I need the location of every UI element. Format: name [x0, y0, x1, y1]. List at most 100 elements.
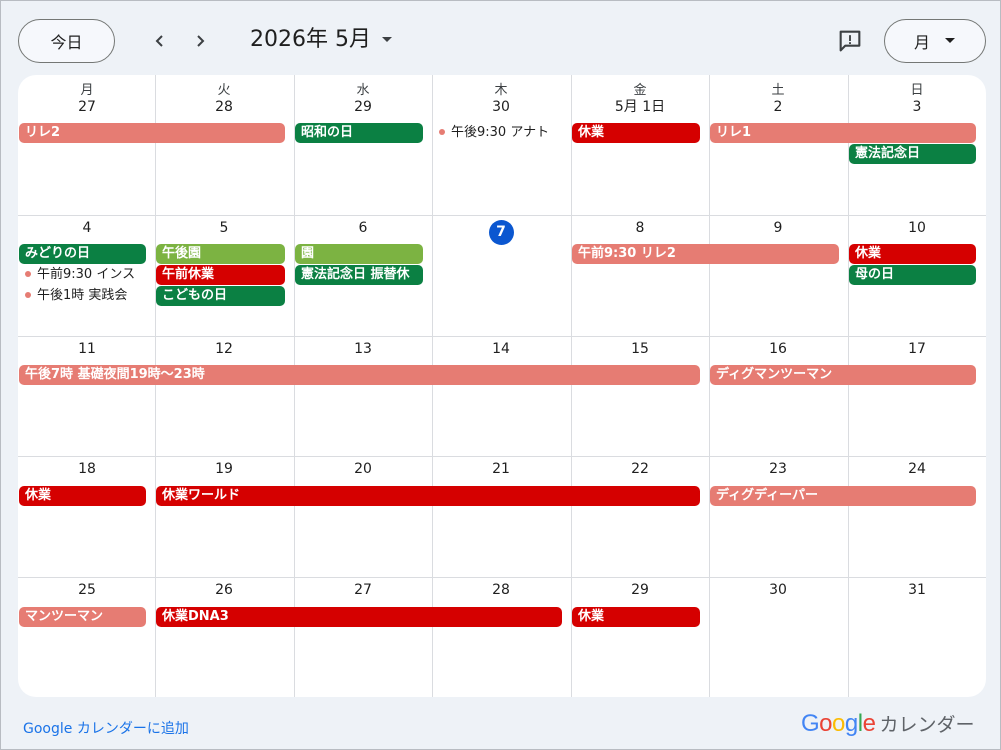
day-cell-header[interactable]: 14	[432, 341, 570, 358]
day-number[interactable]: 18	[18, 461, 156, 478]
event-chip[interactable]: 午前9:30 リレ2	[572, 244, 839, 264]
day-number[interactable]: 5	[155, 220, 293, 237]
day-cell-header[interactable]: 15	[571, 341, 709, 358]
day-cell-header[interactable]: 5	[155, 220, 293, 237]
timed-event[interactable]: 午後9:30 アナト	[433, 123, 562, 143]
day-number[interactable]: 17	[848, 341, 986, 358]
day-number[interactable]: 29	[294, 99, 432, 116]
day-number[interactable]: 12	[155, 341, 293, 358]
day-number[interactable]: 10	[848, 220, 986, 237]
day-number[interactable]: 30	[432, 99, 570, 116]
day-number[interactable]: 30	[709, 582, 847, 599]
day-number[interactable]: 15	[571, 341, 709, 358]
event-chip[interactable]: 休業	[19, 486, 146, 506]
event-chip[interactable]: 憲法記念日 振替休	[295, 265, 423, 285]
event-chip[interactable]: 母の日	[849, 265, 976, 285]
day-number[interactable]: 11	[18, 341, 156, 358]
day-cell-header[interactable]: 19	[155, 461, 293, 478]
day-number[interactable]: 20	[294, 461, 432, 478]
day-number[interactable]: 29	[571, 582, 709, 599]
event-chip[interactable]: リレ1	[710, 123, 976, 143]
day-cell-header[interactable]: 26	[155, 582, 293, 599]
day-cell-header[interactable]: 16	[709, 341, 847, 358]
view-selector[interactable]: 月	[884, 19, 986, 63]
day-number[interactable]: 21	[432, 461, 570, 478]
day-number[interactable]: 28	[432, 582, 570, 599]
event-chip[interactable]: 休業	[849, 244, 976, 264]
day-cell-header[interactable]: 24	[848, 461, 986, 478]
event-chip[interactable]: ディグマンツーマン	[710, 365, 976, 385]
day-cell-header[interactable]: 8	[571, 220, 709, 237]
next-month-button[interactable]	[184, 25, 216, 57]
day-number[interactable]: 25	[18, 582, 156, 599]
timed-event[interactable]: 午後1時 実践会	[19, 286, 146, 306]
today-day-number[interactable]: 7	[488, 220, 514, 245]
day-cell-header[interactable]: 25	[18, 582, 156, 599]
day-number[interactable]: 7	[432, 220, 570, 245]
day-number[interactable]: 14	[432, 341, 570, 358]
day-cell-header[interactable]: 28	[432, 582, 570, 599]
day-cell-header[interactable]: 火 28	[155, 82, 293, 116]
day-cell-header[interactable]: 9	[709, 220, 847, 237]
day-cell-header[interactable]: 7	[432, 220, 570, 245]
day-cell-header[interactable]: 11	[18, 341, 156, 358]
day-number[interactable]: 6	[294, 220, 432, 237]
today-button[interactable]: 今日	[18, 19, 115, 63]
event-chip[interactable]: ディグディーパー	[710, 486, 976, 506]
day-number[interactable]: 31	[848, 582, 986, 599]
day-number[interactable]: 4	[18, 220, 156, 237]
day-cell-header[interactable]: 13	[294, 341, 432, 358]
day-cell-header[interactable]: 土2	[709, 82, 847, 116]
day-cell-header[interactable]: 12	[155, 341, 293, 358]
event-chip[interactable]: 休業DNA3	[156, 607, 562, 627]
event-chip[interactable]: 休業	[572, 607, 700, 627]
day-cell-header[interactable]: 月 27	[18, 82, 156, 116]
previous-month-button[interactable]	[144, 25, 176, 57]
event-chip[interactable]: リレ2	[19, 123, 285, 143]
event-chip[interactable]: 休業ワールド	[156, 486, 700, 506]
day-number[interactable]: 5月 1日	[571, 99, 709, 116]
day-cell-header[interactable]: 木 30	[432, 82, 570, 116]
feedback-button[interactable]	[836, 27, 864, 55]
day-number[interactable]: 23	[709, 461, 847, 478]
add-to-google-calendar-link[interactable]: Google カレンダーに追加	[23, 718, 189, 738]
day-cell-header[interactable]: 27	[294, 582, 432, 599]
day-cell-header[interactable]: 10	[848, 220, 986, 237]
day-cell-header[interactable]: 20	[294, 461, 432, 478]
day-number[interactable]: 3	[848, 99, 986, 116]
day-number[interactable]: 27	[294, 582, 432, 599]
event-chip[interactable]: 園	[295, 244, 423, 264]
month-picker[interactable]: 2026年 5月	[250, 25, 393, 55]
day-number[interactable]: 8	[571, 220, 709, 237]
day-cell-header[interactable]: 29	[571, 582, 709, 599]
day-cell-header[interactable]: 6	[294, 220, 432, 237]
day-number[interactable]: 28	[155, 99, 293, 116]
event-chip[interactable]: 午後園	[156, 244, 285, 264]
day-cell-header[interactable]: 日3	[848, 82, 986, 116]
day-number[interactable]: 2	[709, 99, 847, 116]
event-chip[interactable]: 憲法記念日	[849, 144, 976, 164]
day-cell-header[interactable]: 23	[709, 461, 847, 478]
day-number[interactable]: 24	[848, 461, 986, 478]
day-cell-header[interactable]: 18	[18, 461, 156, 478]
day-number[interactable]: 13	[294, 341, 432, 358]
day-number[interactable]: 9	[709, 220, 847, 237]
event-chip[interactable]: 休業	[572, 123, 700, 143]
event-chip[interactable]: みどりの日	[19, 244, 146, 264]
day-number[interactable]: 16	[709, 341, 847, 358]
day-cell-header[interactable]: 4	[18, 220, 156, 237]
event-chip[interactable]: 午後7時 基礎夜間19時〜23時	[19, 365, 700, 385]
timed-event[interactable]: 午前9:30 インス	[19, 265, 146, 285]
day-cell-header[interactable]: 22	[571, 461, 709, 478]
day-number[interactable]: 22	[571, 461, 709, 478]
day-number[interactable]: 26	[155, 582, 293, 599]
day-number[interactable]: 19	[155, 461, 293, 478]
event-chip[interactable]: 昭和の日	[295, 123, 423, 143]
day-cell-header[interactable]: 水 29	[294, 82, 432, 116]
day-cell-header[interactable]: 30	[709, 582, 847, 599]
day-number[interactable]: 27	[18, 99, 156, 116]
day-cell-header[interactable]: 金 5月 1日	[571, 82, 709, 116]
event-chip[interactable]: 午前休業	[156, 265, 285, 285]
day-cell-header[interactable]: 31	[848, 582, 986, 599]
event-chip[interactable]: マンツーマン	[19, 607, 146, 627]
